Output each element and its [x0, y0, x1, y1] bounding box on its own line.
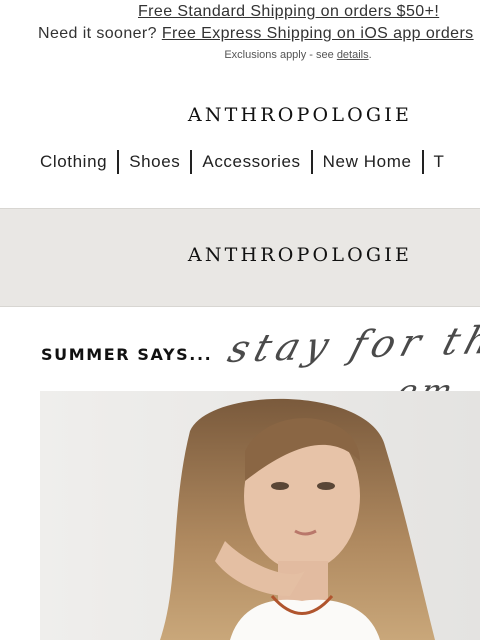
need-it-sooner-text: Need it sooner? [38, 25, 162, 42]
free-standard-shipping-link[interactable]: Free Standard Shipping on orders $50+! [138, 3, 439, 20]
shipping-banner-line2: Need it sooner? Free Express Shipping on… [38, 25, 474, 43]
details-link[interactable]: details [337, 49, 369, 61]
nav-item-clothing[interactable]: Clothing [30, 152, 117, 172]
exclusions-period: . [368, 49, 372, 61]
nav-item-accessories[interactable]: Accessories [192, 152, 310, 172]
exclusions-note: Exclusions apply - see details. [0, 49, 480, 61]
promo-headline: SUMMER SAYS... [41, 345, 213, 364]
exclusions-text: Exclusions apply - see [224, 49, 337, 61]
hero-brand-logo[interactable]: ANTHROPOLOGIE [0, 244, 480, 266]
brand-logo[interactable]: ANTHROPOLOGIE [0, 104, 480, 126]
shipping-banner-line1: Free Standard Shipping on orders $50+! [138, 3, 439, 21]
category-nav: Clothing Shoes Accessories New Home T [30, 150, 455, 174]
nav-item-new-home[interactable]: New Home [313, 152, 422, 172]
model-photo[interactable] [40, 391, 480, 640]
free-express-shipping-link[interactable]: Free Express Shipping on iOS app orders [162, 25, 474, 42]
model-photo-illustration [40, 391, 480, 640]
promo-script-line1: stay for the [223, 316, 480, 371]
nav-item-shoes[interactable]: Shoes [119, 152, 190, 172]
nav-item-truncated[interactable]: T [424, 152, 455, 172]
